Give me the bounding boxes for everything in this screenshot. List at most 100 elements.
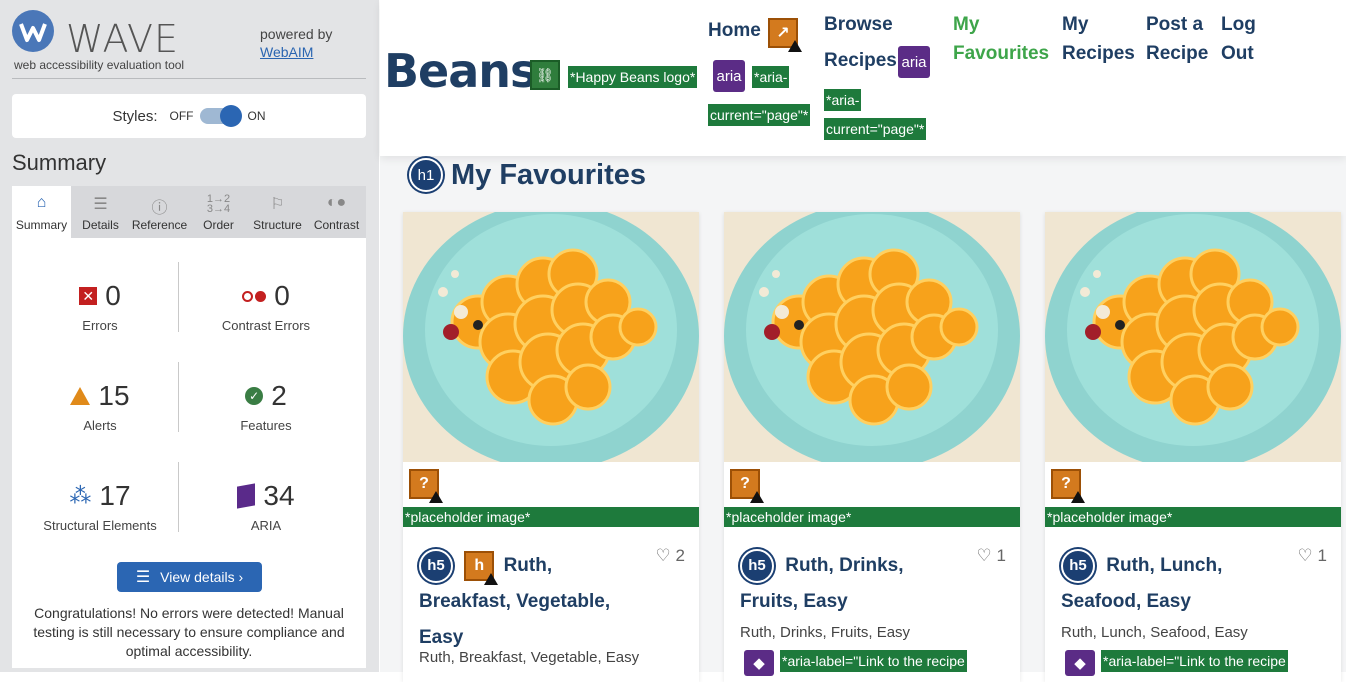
recipe-card[interactable]: ? *placeholder image* h5 Ruth, Drinks, F… <box>724 212 1020 682</box>
brand-logo-text[interactable]: Beans <box>384 44 537 98</box>
recipe-card[interactable]: ? *placeholder image* h5 h Ruth, Breakfa… <box>403 212 699 682</box>
aria-icon: aria <box>898 46 930 78</box>
home-icon: ⌂ <box>36 194 47 211</box>
aria-label-icon: ◆ <box>744 650 774 676</box>
like-button[interactable]: ♡ 2 <box>656 546 685 566</box>
card-title-text: Breakfast, Vegetable, <box>419 591 611 612</box>
recipe-card[interactable]: ? *placeholder image* h5 Ruth, Lunch, Se… <box>1045 212 1341 682</box>
nav-home-label: Home <box>708 20 761 41</box>
nav-label: Recipe <box>1146 43 1209 64</box>
nav-post-recipe[interactable]: Post a Recipe <box>1146 10 1208 68</box>
stat-aria[interactable]: 34 ARIA <box>178 480 354 533</box>
styles-label: Styles: <box>112 107 158 125</box>
aria-label-text: *aria-label="Link to the recipe <box>1101 650 1288 672</box>
wave-logo-text: WAVE <box>66 17 180 61</box>
view-details-button[interactable]: ☰ View details › <box>117 562 262 592</box>
stat-features[interactable]: ✓ 2 Features <box>178 380 354 433</box>
nav-browse-recipes[interactable]: Browse Recipes <box>824 10 897 75</box>
card-title-text: Easy <box>419 627 464 648</box>
structure-icon: ⚐ <box>270 196 285 213</box>
alert-icon: ↗ <box>768 18 802 52</box>
nav-label: Favourites <box>953 43 1050 64</box>
card-title[interactable]: h5 Ruth, Lunch, Seafood, Easy <box>1061 548 1321 620</box>
nav-label: Recipes <box>1062 43 1135 64</box>
placeholder-image-label: *placeholder image* <box>403 507 699 527</box>
card-title[interactable]: h5 Ruth, Drinks, Fruits, Easy <box>740 548 1000 620</box>
list-icon: ☰ <box>135 569 151 586</box>
nav-log-out[interactable]: Log Out <box>1221 10 1256 68</box>
tab-label: Order <box>203 218 234 232</box>
aria-icon: aria <box>713 60 745 92</box>
structural-label: Structural Elements <box>43 518 157 533</box>
aria-label-annotation: ◆ *aria-label="Link to the recipe <box>1065 650 1288 676</box>
like-count: 1 <box>1317 546 1327 565</box>
h5-badge-icon: h5 <box>419 548 453 583</box>
nav-my-recipes[interactable]: My Recipes <box>1062 10 1135 68</box>
card-title-text: Ruth, Lunch, <box>1106 555 1223 576</box>
nav-label: Log <box>1221 14 1256 35</box>
like-count: 1 <box>996 546 1006 565</box>
nav-label: Browse <box>824 14 893 35</box>
nav-my-favourites[interactable]: My Favourites <box>953 10 1049 68</box>
h5-badge-icon: h5 <box>1061 548 1095 583</box>
tab-reference[interactable]: ⓘ Reference <box>130 186 189 238</box>
structural-count: 17 <box>99 480 131 511</box>
contrast-count: 0 <box>274 280 290 311</box>
tab-summary[interactable]: ⌂ Summary <box>12 186 71 238</box>
nav-home[interactable]: Home <box>708 16 761 45</box>
card-tags: Ruth, Breakfast, Vegetable, Easy <box>419 649 640 666</box>
summary-panel: ⌂ Summary ☰ Details ⓘ Reference 1→2 3→4 O… <box>12 186 366 668</box>
webaim-link[interactable]: WebAIM <box>260 43 332 61</box>
tab-structure[interactable]: ⚐ Structure <box>248 186 307 238</box>
heart-icon: ♡ <box>1297 546 1313 565</box>
wave-tagline: web accessibility evaluation tool <box>14 58 185 72</box>
stat-contrast-errors[interactable]: 0 Contrast Errors <box>178 280 354 333</box>
features-count: 2 <box>271 380 287 411</box>
alert-icon: ? <box>409 469 443 503</box>
placeholder-image-label: *placeholder image* <box>724 507 1020 527</box>
card-title-text: Ruth, <box>503 555 553 576</box>
heart-icon: ♡ <box>976 546 992 565</box>
card-tags: Ruth, Drinks, Fruits, Easy <box>740 624 911 641</box>
tab-label: Contrast <box>313 218 360 232</box>
heading-alert-icon: h <box>464 550 499 585</box>
h5-badge-icon: h5 <box>740 548 774 583</box>
placeholder-image-label: *placeholder image* <box>1045 507 1341 527</box>
nav-label: My <box>953 14 980 35</box>
tab-label: Structure <box>253 218 302 232</box>
tab-contrast[interactable]: ◐● Contrast <box>307 186 366 238</box>
feature-check-icon: ✓ <box>245 387 264 405</box>
tab-label: Summary <box>15 218 68 232</box>
nav-label: Post a <box>1146 14 1204 35</box>
tab-label: Details <box>82 218 119 232</box>
summary-title: Summary <box>12 150 107 175</box>
aria-current-label: *aria- <box>824 89 862 111</box>
errors-label: Errors <box>82 318 118 333</box>
wave-sidebar: WAVE web accessibility evaluation tool p… <box>0 0 379 672</box>
nav-label: My <box>1062 14 1089 35</box>
tab-label: Reference <box>131 218 188 232</box>
card-title[interactable]: h5 h Ruth, Breakfast, Vegetable, Easy <box>419 548 679 656</box>
h1-badge-icon: h1 <box>409 158 443 192</box>
wave-link-icon: ⛓ <box>530 60 560 90</box>
tab-order[interactable]: 1→2 3→4 Order <box>189 186 248 238</box>
order-icon: 1→2 3→4 <box>206 193 231 215</box>
styles-toggle[interactable] <box>199 105 242 127</box>
errors-count: 0 <box>105 280 121 311</box>
tab-details[interactable]: ☰ Details <box>71 186 130 238</box>
aria-cube-icon <box>237 483 256 509</box>
card-title-text: Ruth, Drinks, <box>785 555 904 576</box>
like-button[interactable]: ♡ 1 <box>1298 546 1327 566</box>
stat-errors[interactable]: ✕ 0 Errors <box>12 280 188 333</box>
like-button[interactable]: ♡ 1 <box>977 546 1006 566</box>
like-count: 2 <box>675 546 685 565</box>
card-title-text: Fruits, Easy <box>740 591 848 612</box>
aria-label: ARIA <box>250 518 282 533</box>
stat-structural[interactable]: ⁂ 17 Structural Elements <box>12 480 188 533</box>
heart-icon: ♡ <box>655 546 671 565</box>
stat-alerts[interactable]: 15 Alerts <box>12 380 188 433</box>
features-label: Features <box>240 418 292 433</box>
error-icon: ✕ <box>79 287 98 305</box>
styles-off-label: OFF <box>169 109 194 123</box>
alert-icon: ? <box>730 469 764 503</box>
